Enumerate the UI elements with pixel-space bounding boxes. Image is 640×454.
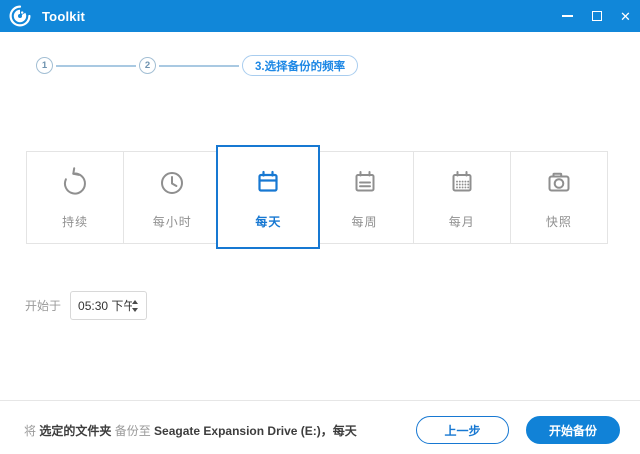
footer-bar: 将 选定的文件夹 备份至 Seagate Expansion Drive (E:… [0,400,640,454]
maximize-button[interactable] [582,0,611,32]
summary-text: 将 [24,423,40,438]
calendar-day-icon [258,170,279,192]
start-time-input[interactable] [78,298,133,313]
minimize-icon [562,15,573,17]
frequency-option-snapshot[interactable]: 快照 [509,150,609,244]
frequency-option-label: 持续 [62,215,89,229]
summary-text: 备份至 [111,423,155,438]
start-backup-button[interactable]: 开始备份 [526,416,620,444]
spinner-down-icon[interactable] [132,307,139,312]
frequency-option-daily[interactable]: 每天 [216,145,321,249]
schedule-row: 开始于 [25,291,148,320]
clock-icon [161,172,184,194]
back-button[interactable]: 上一步 [416,416,509,444]
wizard-stepper: 1 2 3.选择备份的频率 [36,55,359,76]
frequency-option-label: 每天 [255,215,282,229]
frequency-option-label: 快照 [545,215,572,229]
frequency-option-label: 每小时 [152,215,192,229]
frequency-options-row: 持续 每小时 每天 每周 每月 快照 [26,145,609,249]
backup-summary: 将 选定的文件夹 备份至 Seagate Expansion Drive (E:… [24,422,357,439]
summary-frequency: 每天 [332,423,357,438]
frequency-option-monthly[interactable]: 每月 [412,150,511,244]
titlebar: Toolkit ✕ [0,0,640,32]
frequency-option-continuous[interactable]: 持续 [26,150,125,244]
maximize-icon [591,11,602,21]
step-1-indicator: 1 [36,57,53,74]
step-3-active-label: 3.选择备份的频率 [242,55,359,76]
start-time-field[interactable] [70,291,148,320]
toolkit-logo-icon [9,5,31,27]
start-time-label: 开始于 [25,299,62,313]
frequency-option-label: 每周 [351,215,378,229]
loop-icon [64,167,87,195]
spinner-up-icon[interactable] [132,299,139,304]
calendar-week-icon [355,171,374,192]
step-connector [159,64,239,67]
frequency-option-label: 每月 [448,215,475,229]
summary-destination: Seagate Expansion Drive (E:) [154,423,321,438]
calendar-month-icon [452,171,472,192]
frequency-option-weekly[interactable]: 每周 [315,150,414,244]
app-title: Toolkit [42,8,86,24]
summary-source: 选定的文件夹 [39,423,112,438]
camera-icon [548,172,570,192]
step-connector [56,64,136,67]
summary-comma: ， [320,423,333,438]
close-button[interactable]: ✕ [611,0,640,32]
time-spinner [132,299,139,312]
frequency-option-hourly[interactable]: 每小时 [123,150,222,244]
minimize-button[interactable] [553,0,582,32]
step-2-indicator: 2 [139,57,156,74]
